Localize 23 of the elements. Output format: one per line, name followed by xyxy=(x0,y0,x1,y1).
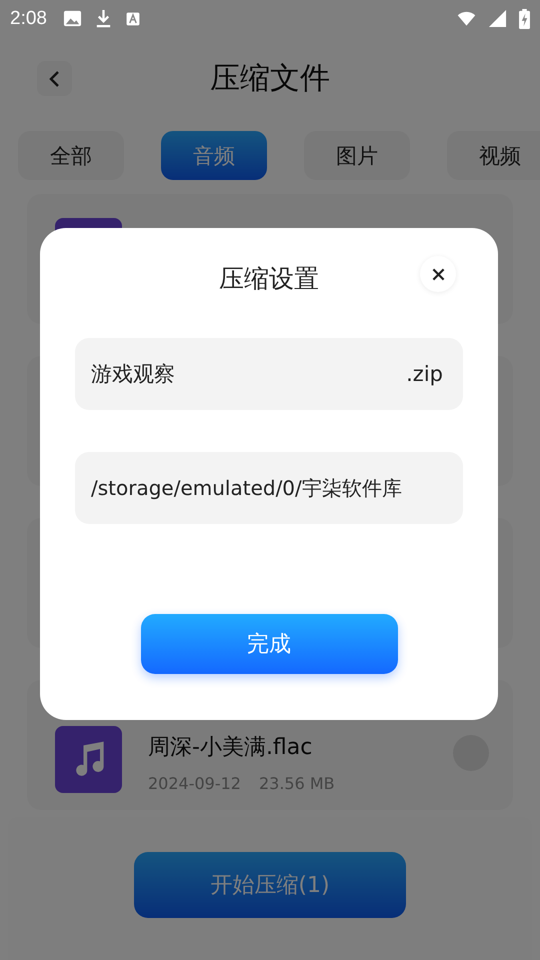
path-field[interactable]: /storage/emulated/0/宇柒软件库 xyxy=(75,452,463,524)
category-tab[interactable]: 图片 xyxy=(304,131,410,180)
file-name-field[interactable]: 游戏观察 .zip xyxy=(75,338,463,410)
dialog-title: 压缩设置 xyxy=(219,263,319,295)
start-compress-button[interactable]: 开始压缩(1) xyxy=(134,852,406,918)
close-icon xyxy=(430,266,446,282)
status-time: 2:08 xyxy=(10,8,47,30)
image-icon xyxy=(62,9,82,28)
back-button[interactable] xyxy=(37,61,72,96)
font-icon xyxy=(124,10,141,26)
category-tab[interactable]: 音频 xyxy=(161,131,267,180)
battery-icon xyxy=(519,8,530,28)
signal-icon xyxy=(488,9,507,28)
category-tab[interactable]: 视频 xyxy=(447,131,540,180)
file-name: 周深-小美满.flac xyxy=(148,734,314,762)
file-name-value: 游戏观察 xyxy=(91,361,175,388)
page-title: 压缩文件 xyxy=(210,60,330,98)
wifi-icon xyxy=(457,9,476,28)
path-value: /storage/emulated/0/宇柒软件库 xyxy=(91,474,402,502)
done-button[interactable]: 完成 xyxy=(140,614,398,674)
close-button[interactable] xyxy=(420,256,456,292)
category-tab[interactable]: 全部 xyxy=(18,131,124,180)
extension-label: .zip xyxy=(406,362,443,386)
